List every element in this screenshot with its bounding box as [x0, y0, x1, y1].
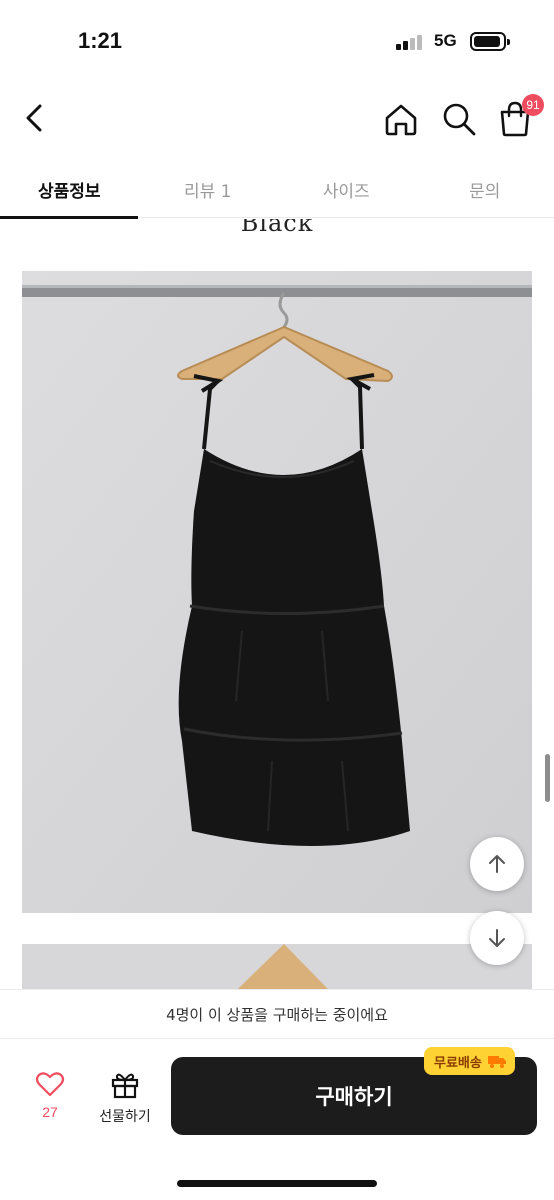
search-icon — [443, 103, 476, 136]
network-label: 5G — [434, 31, 457, 50]
cart-button[interactable]: 91 — [494, 94, 544, 140]
like-count: 27 — [42, 1104, 58, 1120]
scroll-to-top-button[interactable] — [470, 837, 524, 891]
back-button[interactable] — [18, 98, 54, 138]
battery-icon — [470, 32, 510, 51]
status-bar: 1:21 5G — [0, 0, 554, 80]
status-time: 1:21 — [78, 28, 123, 53]
heart-icon — [35, 1072, 65, 1097]
app-header: 91 — [0, 80, 554, 160]
gift-label: 선물하기 — [99, 1109, 151, 1125]
scrollbar[interactable] — [545, 754, 550, 802]
signal-icon — [396, 34, 426, 50]
gift-icon — [111, 1073, 139, 1099]
tab-size[interactable]: 사이즈 — [277, 160, 416, 218]
product-photo-next — [22, 944, 532, 989]
home-indicator — [177, 1180, 377, 1187]
bottom-action-bar: 27 선물하기 구매하기 무료배송 — [0, 1040, 554, 1200]
truck-icon — [487, 1056, 506, 1068]
tab-product-info[interactable]: 상품정보 — [0, 160, 139, 219]
free-shipping-badge: 무료배송 — [424, 1047, 515, 1075]
gift-button[interactable]: 선물하기 — [90, 1070, 160, 1130]
product-tabs: 상품정보 리뷰 1 사이즈 문의 — [0, 160, 554, 219]
home-icon — [385, 104, 417, 136]
product-detail-content[interactable]: Black — [0, 219, 554, 989]
arrow-up-icon — [489, 855, 505, 873]
tab-reviews[interactable]: 리뷰 1 — [139, 160, 278, 218]
color-caption: Black — [240, 219, 314, 237]
purchase-activity-notice: 4명이 이 상품을 구매하는 중이에요 — [0, 989, 554, 1039]
tab-inquiry[interactable]: 문의 — [416, 160, 554, 218]
cart-count-badge: 91 — [522, 94, 544, 116]
back-icon — [26, 104, 42, 132]
arrow-down-icon — [489, 929, 505, 947]
search-button[interactable] — [438, 98, 480, 140]
home-button[interactable] — [380, 98, 422, 140]
like-button[interactable]: 27 — [22, 1070, 78, 1130]
free-shipping-label: 무료배송 — [434, 1055, 482, 1071]
scroll-to-bottom-button[interactable] — [470, 911, 524, 965]
product-photo — [22, 271, 532, 913]
